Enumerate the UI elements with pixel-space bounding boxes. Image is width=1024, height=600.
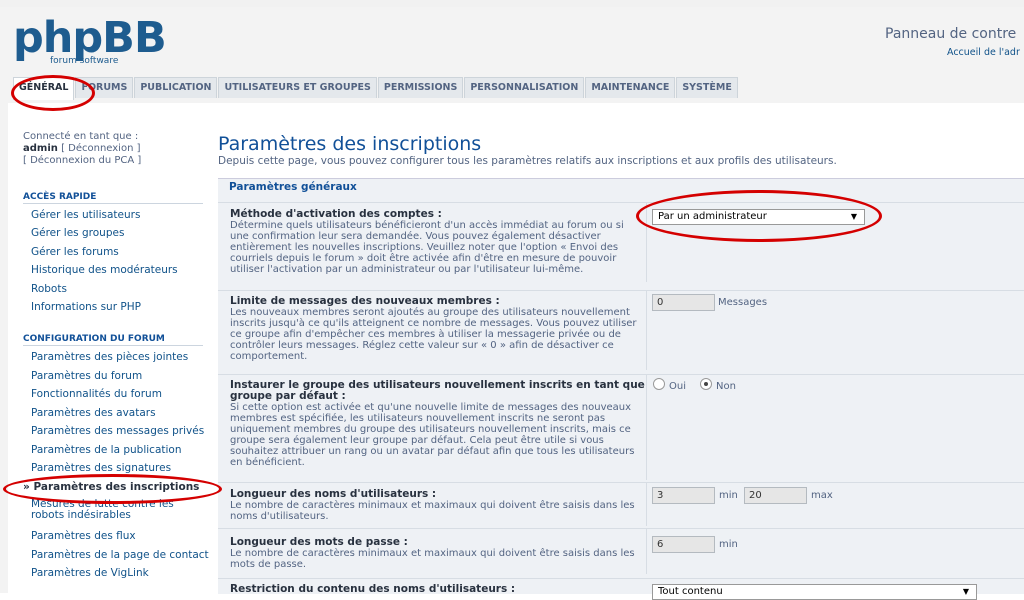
- divider: [646, 374, 647, 480]
- setting-row: [218, 374, 1024, 375]
- sidebar-item-php-info[interactable]: Informations sur PHP: [31, 301, 141, 313]
- setting-row: [218, 202, 1024, 203]
- name-length-label-block: Longueur des noms d'utilisateurs : Le no…: [230, 488, 645, 523]
- sidebar-item-spambot[interactable]: Mesures de lutte contre les robots indés…: [31, 499, 174, 521]
- pass-length-label: Longueur des mots de passe :: [230, 536, 408, 548]
- default-group-label-block: Instaurer le groupe des utilisateurs nou…: [230, 379, 645, 469]
- sidebar-item-board-settings[interactable]: Paramètres du forum: [31, 370, 142, 382]
- username-chars-select[interactable]: Tout contenu ▼: [652, 584, 977, 600]
- restrict-label-block: Restriction du contenu des noms d'utilis…: [230, 584, 645, 595]
- min-label: min: [719, 539, 738, 550]
- sidebar-item-manage-forums[interactable]: Gérer les forums: [31, 246, 119, 258]
- forum-config-heading: CONFIGURATION DU FORUM: [23, 334, 165, 344]
- radio-yes[interactable]: [653, 378, 665, 390]
- sidebar-item-mod-log[interactable]: Historique des modérateurs: [31, 264, 178, 276]
- password-min-input[interactable]: 6: [652, 536, 715, 553]
- messages-unit: Messages: [718, 297, 768, 308]
- newposts-label-block: Limite de messages des nouveaux membres …: [230, 295, 645, 363]
- sidebar-item-robots[interactable]: Robots: [31, 283, 67, 295]
- restrict-label: Restriction du contenu des noms d'utilis…: [230, 583, 516, 595]
- divider: [646, 290, 647, 370]
- username: admin: [23, 143, 58, 154]
- sidebar-item-manage-users[interactable]: Gérer les utilisateurs: [31, 209, 140, 221]
- dropdown-arrow-icon: ▼: [962, 587, 969, 596]
- divider: [23, 345, 203, 346]
- max-label: max: [811, 490, 833, 501]
- sidebar-item-board-features[interactable]: Fonctionnalités du forum: [31, 388, 162, 400]
- divider: [646, 528, 647, 574]
- connected-as-label: Connecté en tant que :: [23, 131, 139, 142]
- newposts-desc: Les nouveaux membres seront ajoutés au g…: [230, 307, 637, 362]
- sidebar-item-posting[interactable]: Paramètres de la publication: [31, 444, 182, 456]
- default-group-desc: Si cette option est activée et qu'une no…: [230, 402, 635, 468]
- username-min-input[interactable]: 3: [652, 487, 715, 504]
- pass-length-label-block: Longueur des mots de passe : Le nombre d…: [230, 536, 645, 571]
- page-description: Depuis cette page, vous pouvez configure…: [218, 155, 837, 167]
- sidebar-item-registration[interactable]: » Paramètres des inscriptions: [23, 481, 199, 493]
- divider: [23, 203, 203, 204]
- main-tabs: GÉNÉRAL FORUMS PUBLICATION UTILISATEURS …: [13, 77, 739, 101]
- activation-label: Méthode d'activation des comptes :: [230, 208, 442, 220]
- radio-no[interactable]: [700, 378, 712, 390]
- setting-row: [218, 578, 1024, 579]
- page-title: Paramètres des inscriptions: [218, 133, 482, 155]
- setting-row: [218, 528, 1024, 529]
- logo-subtext: forum software: [50, 56, 119, 66]
- sidebar-item-spambot-line2: robots indésirables: [31, 509, 131, 521]
- top-strip: [0, 0, 1024, 7]
- activation-select-value: Par un administrateur: [658, 211, 767, 222]
- activation-desc: Détermine quels utilisateurs bénéficiero…: [230, 220, 624, 275]
- sidebar-item-avatars[interactable]: Paramètres des avatars: [31, 407, 156, 419]
- radio-yes-label: Oui: [669, 381, 686, 392]
- sidebar-user-info: Connecté en tant que : admin [ Déconnexi…: [23, 131, 141, 167]
- tab-users-groups[interactable]: UTILISATEURS ET GROUPES: [218, 77, 377, 98]
- tab-forums[interactable]: FORUMS: [75, 77, 134, 98]
- logout-link[interactable]: [ Déconnexion ]: [61, 143, 140, 154]
- header-home-link[interactable]: Accueil de l'adr: [947, 47, 1020, 58]
- tab-maintenance[interactable]: MAINTENANCE: [585, 77, 676, 98]
- divider: [646, 482, 647, 526]
- name-length-desc: Le nombre de caractères minimaux et maxi…: [230, 500, 635, 522]
- tab-publication[interactable]: PUBLICATION: [134, 77, 218, 98]
- quick-access-heading: ACCÈS RAPIDE: [23, 192, 97, 202]
- restrict-select-value: Tout contenu: [658, 586, 723, 597]
- tab-general[interactable]: GÉNÉRAL: [13, 77, 75, 100]
- sidebar-item-signatures[interactable]: Paramètres des signatures: [31, 462, 171, 474]
- setting-row: [218, 290, 1024, 291]
- activation-method-select[interactable]: Par un administrateur ▼: [652, 209, 865, 225]
- tab-system[interactable]: SYSTÈME: [676, 77, 738, 98]
- sidebar-item-feeds[interactable]: Paramètres des flux: [31, 530, 136, 542]
- fieldset-legend: Paramètres généraux: [229, 181, 357, 193]
- sidebar-item-manage-groups[interactable]: Gérer les groupes: [31, 227, 124, 239]
- sidebar-item-attachments[interactable]: Paramètres des pièces jointes: [31, 351, 188, 363]
- default-group-label: Instaurer le groupe des utilisateurs nou…: [230, 379, 645, 402]
- min-label: min: [719, 490, 738, 501]
- dropdown-arrow-icon: ▼: [850, 212, 857, 221]
- name-length-label: Longueur des noms d'utilisateurs :: [230, 488, 437, 500]
- phpbb-logo[interactable]: phpBB forum software: [13, 13, 168, 72]
- divider: [646, 202, 647, 282]
- setting-row: [218, 482, 1024, 483]
- sidebar-item-contact-page[interactable]: Paramètres de la page de contact: [31, 549, 209, 561]
- sidebar-item-private-messages[interactable]: Paramètres des messages privés: [31, 425, 204, 437]
- sidebar-item-viglink[interactable]: Paramètres de VigLink: [31, 567, 149, 579]
- radio-no-label: Non: [716, 381, 736, 392]
- activation-label-block: Méthode d'activation des comptes : Déter…: [230, 208, 645, 276]
- new-member-posts-input[interactable]: 0: [652, 294, 715, 311]
- pass-length-desc: Le nombre de caractères minimaux et maxi…: [230, 548, 635, 570]
- tab-customization[interactable]: PERSONNALISATION: [464, 77, 585, 98]
- username-max-input[interactable]: 20: [744, 487, 807, 504]
- newposts-label: Limite de messages des nouveaux membres …: [230, 295, 500, 307]
- tab-permissions[interactable]: PERMISSIONS: [377, 77, 464, 98]
- header-title: Panneau de contre: [885, 26, 1017, 42]
- logout-acp-link[interactable]: [ Déconnexion du PCA ]: [23, 155, 141, 167]
